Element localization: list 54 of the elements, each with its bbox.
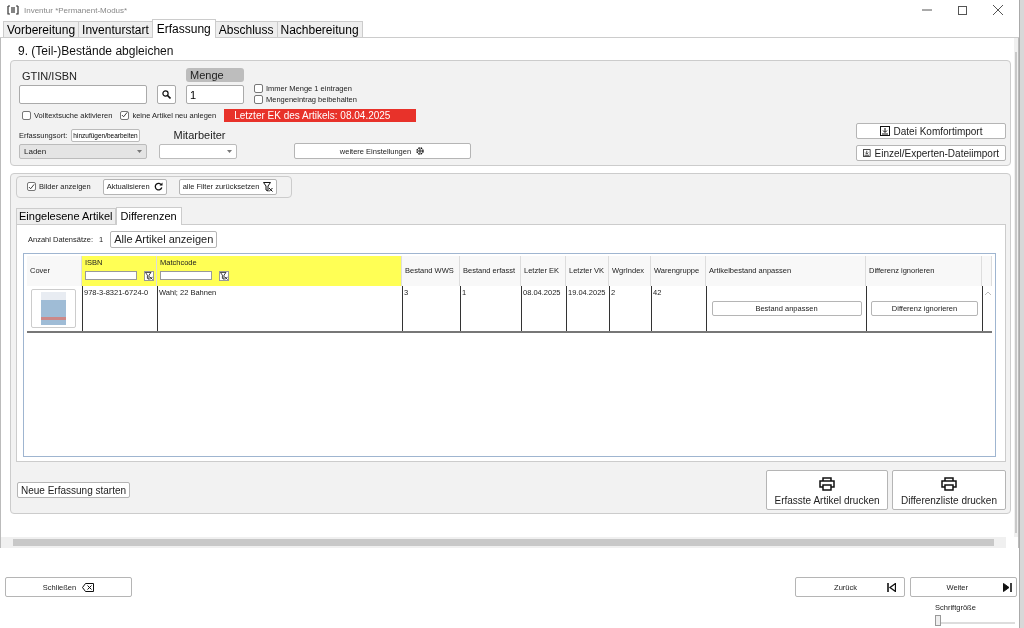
tab[interactable]: Abschluss	[214, 21, 278, 37]
book-cover-placeholder	[31, 288, 76, 328]
gtin-input[interactable]	[19, 85, 147, 104]
employee-label: Mitarbeiter	[172, 129, 226, 141]
tab[interactable]: Erfassung	[151, 19, 216, 38]
new-capture-button[interactable]: Neue Erfassung starten	[17, 482, 131, 498]
checkbox[interactable]	[254, 95, 263, 104]
horizontal-scrollbar[interactable]	[1, 537, 1006, 548]
caret-icon	[227, 150, 232, 153]
checkbox[interactable]	[254, 84, 263, 93]
vertical-scrollbar[interactable]	[1014, 38, 1018, 537]
checkbox[interactable]	[27, 182, 36, 192]
print-button[interactable]: Differenzliste drucken	[892, 470, 1006, 510]
section-title: 9. (Teil-)Bestände abgleichen	[17, 43, 175, 60]
print-button[interactable]: Erfasste Artikel drucken	[766, 470, 888, 510]
filter-clear-button[interactable]	[219, 270, 229, 281]
quantity-input[interactable]: 1	[186, 85, 244, 104]
tab[interactable]: Nachbereitung	[276, 21, 363, 37]
import-icon	[863, 148, 871, 158]
search-button[interactable]	[157, 85, 176, 104]
tab[interactable]: Eingelesene Artikel	[16, 207, 116, 224]
maximize-icon[interactable]	[958, 5, 967, 15]
filter-input[interactable]	[160, 271, 212, 281]
filter-clear-button[interactable]	[144, 270, 154, 281]
gear-icon	[415, 146, 426, 156]
location-dropdown[interactable]: Laden	[19, 144, 147, 159]
app-icon	[7, 5, 19, 15]
tab[interactable]: Differenzen	[115, 206, 182, 225]
skip-back-icon	[887, 582, 896, 592]
show-all-button[interactable]: Alle Artikel anzeigen	[110, 230, 218, 248]
gtin-label: GTIN/ISBN	[21, 70, 78, 82]
tab[interactable]: Vorbereitung	[3, 21, 80, 37]
checkbox[interactable]	[22, 110, 31, 120]
close-icon[interactable]	[993, 5, 1003, 15]
filter-clear-icon	[263, 181, 274, 192]
quantity-label: Menge	[186, 68, 244, 82]
font-size-slider[interactable]	[935, 615, 1015, 624]
slider-thumb[interactable]	[935, 615, 941, 626]
import-button[interactable]: Datei Komfortimport	[856, 123, 1006, 139]
checkbox[interactable]	[120, 110, 130, 120]
printer-icon	[941, 477, 957, 491]
filter-input[interactable]	[85, 271, 137, 281]
import-button[interactable]: Einzel/Experten-Dateiimport	[856, 145, 1006, 161]
printer-icon	[819, 477, 835, 491]
caret-icon	[137, 150, 142, 153]
search-icon	[162, 90, 171, 99]
window-title: Inventur *Permanent-Modus*	[24, 5, 128, 15]
grid-scrollbar[interactable]	[982, 285, 992, 331]
import-icon	[879, 126, 890, 136]
refresh-icon	[153, 182, 163, 192]
tab[interactable]: Inventurstart	[78, 21, 153, 37]
backspace-icon	[82, 582, 95, 592]
notice-banner: Letzter EK des Artikels: 08.04.2025	[224, 108, 417, 122]
skip-forward-icon	[1003, 582, 1012, 592]
